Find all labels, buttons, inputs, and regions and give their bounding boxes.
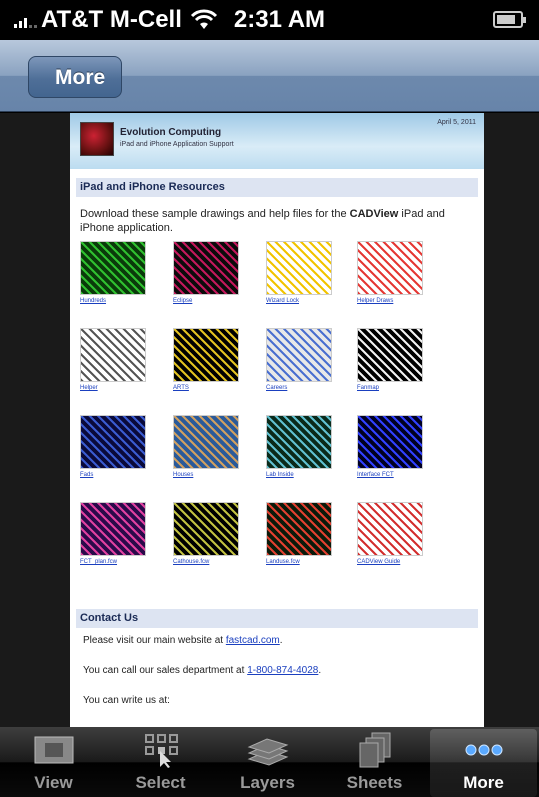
thumbnail-link[interactable]: Hundreds	[80, 298, 148, 304]
tab-label: Select	[135, 773, 186, 792]
thumbnail-image[interactable]	[357, 415, 423, 469]
company-name: Evolution Computing	[120, 127, 222, 138]
thumbnail-link[interactable]: ARTS	[173, 385, 241, 391]
resource-thumbnail[interactable]: Landuse.fcw	[266, 502, 334, 565]
tab-label: More	[463, 773, 504, 792]
sheets-icon	[359, 732, 390, 768]
contact-mail-line: You can write us at:	[83, 695, 170, 706]
resource-thumbnail[interactable]: Eclipse	[173, 241, 241, 304]
contact-website-line: Please visit our main website at fastcad…	[83, 635, 283, 646]
company-subtitle: iPad and iPhone Application Support	[120, 141, 234, 148]
thumbnail-image[interactable]	[173, 328, 239, 382]
back-button[interactable]: More	[28, 56, 123, 98]
tab-label: Sheets	[346, 773, 403, 792]
thumbnail-image[interactable]	[80, 415, 146, 469]
resource-thumbnail[interactable]: Fanmap	[357, 328, 425, 391]
thumbnail-image[interactable]	[80, 328, 146, 382]
resource-thumbnail[interactable]: Cathouse.fcw	[173, 502, 241, 565]
thumbnail-link[interactable]: Interface FCT	[357, 472, 425, 478]
thumbnail-link[interactable]: Fanmap	[357, 385, 425, 391]
thumbnail-link[interactable]: CADView Guide	[357, 559, 425, 565]
thumbnail-link[interactable]: Helper Draws	[357, 298, 425, 304]
tab-sheets[interactable]: Sheets	[321, 727, 428, 797]
thumbnail-image[interactable]	[80, 241, 146, 295]
contact-heading: Contact Us	[76, 609, 478, 628]
tab-select[interactable]: Select	[107, 727, 214, 797]
thumbnail-link[interactable]: FCT_plan.fcw	[80, 559, 148, 565]
thumbnail-link[interactable]: Houses	[173, 472, 241, 478]
resource-thumbnail[interactable]: ARTS	[173, 328, 241, 391]
thumbnail-link[interactable]: Cathouse.fcw	[173, 559, 241, 565]
tab-layers[interactable]: Layers	[214, 727, 321, 797]
thumbnail-link[interactable]: Lab Inside	[266, 472, 334, 478]
thumbnail-image[interactable]	[357, 241, 423, 295]
thumbnail-link[interactable]: Eclipse	[173, 298, 241, 304]
phone-link[interactable]: 1-800-874-4028	[247, 665, 318, 676]
website-link[interactable]: fastcad.com	[226, 635, 280, 646]
battery-icon	[493, 11, 526, 28]
web-view[interactable]: Evolution Computing iPad and iPhone Appl…	[0, 113, 539, 727]
thumbnail-image[interactable]	[173, 415, 239, 469]
view-icon	[34, 736, 73, 764]
resource-thumbnail[interactable]: FCT_plan.fcw	[80, 502, 148, 565]
resource-thumbnail[interactable]: CADView Guide	[357, 502, 425, 565]
resources-heading: iPad and iPhone Resources	[76, 178, 478, 197]
tab-label: Layers	[240, 773, 295, 792]
thumbnail-image[interactable]	[80, 502, 146, 556]
thumbnail-image[interactable]	[266, 241, 332, 295]
tab-view[interactable]: View	[0, 727, 107, 797]
clock: 2:31 AM	[233, 6, 326, 33]
tab-bar: View Select Layers Sheets More	[0, 727, 539, 797]
thumbnail-image[interactable]	[266, 415, 332, 469]
thumbnail-image[interactable]	[173, 502, 239, 556]
signal-strength-icon	[14, 12, 37, 28]
resource-thumbnail[interactable]: Interface FCT	[357, 415, 425, 478]
thumbnail-link[interactable]: Careers	[266, 385, 334, 391]
web-page: Evolution Computing iPad and iPhone Appl…	[70, 113, 484, 727]
contact-phone-line: You can call our sales department at 1-8…	[83, 665, 322, 676]
resource-thumbnail[interactable]: Wizard Lock	[266, 241, 334, 304]
resource-thumbnail[interactable]: Lab Inside	[266, 415, 334, 478]
company-logo	[80, 122, 114, 156]
status-bar: AT&T M-Cell 2:31 AM	[0, 0, 539, 40]
thumbnail-image[interactable]	[266, 328, 332, 382]
resource-thumbnail[interactable]: Houses	[173, 415, 241, 478]
resource-thumbnail[interactable]: Hundreds	[80, 241, 148, 304]
thumbnail-image[interactable]	[357, 328, 423, 382]
thumbnail-image[interactable]	[266, 502, 332, 556]
thumbnail-link[interactable]: Fads	[80, 472, 148, 478]
page-header: Evolution Computing iPad and iPhone Appl…	[70, 113, 484, 169]
thumbnail-image[interactable]	[357, 502, 423, 556]
resource-thumbnail[interactable]: Careers	[266, 328, 334, 391]
resource-thumbnail[interactable]: Fads	[80, 415, 148, 478]
carrier-name: AT&T M-Cell	[41, 6, 182, 33]
header-date: April 5, 2011	[437, 119, 476, 126]
layers-icon	[247, 738, 288, 766]
navigation-bar: More	[0, 40, 539, 112]
thumbnail-link[interactable]: Helper	[80, 385, 148, 391]
intro-text: Download these sample drawings and help …	[80, 208, 445, 234]
thumbnail-link[interactable]: Landuse.fcw	[266, 559, 334, 565]
select-icon	[144, 734, 178, 768]
resource-thumbnail[interactable]: Helper	[80, 328, 148, 391]
thumbnail-image[interactable]	[173, 241, 239, 295]
tab-more[interactable]: More	[430, 729, 537, 797]
thumbnail-link[interactable]: Wizard Lock	[266, 298, 334, 304]
resource-thumbnail[interactable]: Helper Draws	[357, 241, 425, 304]
more-icon	[465, 744, 502, 756]
tab-label: View	[34, 773, 73, 792]
wifi-icon	[190, 9, 217, 29]
